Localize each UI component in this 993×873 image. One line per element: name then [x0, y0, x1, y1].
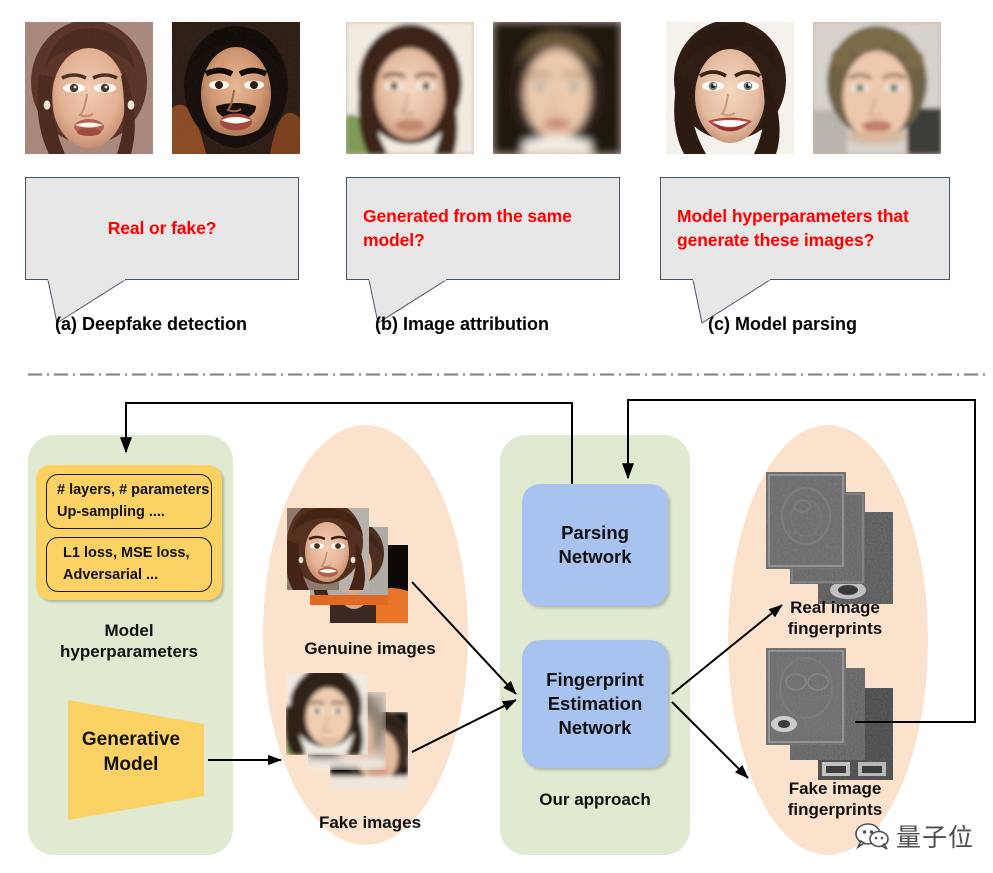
genuine-images-label: Genuine images [304, 639, 436, 658]
wechat-bubble-icon [855, 823, 889, 850]
qbitai-watermark: 量子位 [855, 818, 974, 854]
fake-fingerprints-label: Fake image fingerprints [787, 779, 883, 820]
question-text-deepfake-detection: Real or fake? [107, 217, 217, 238]
face-thumbnail-real-smiling-woman [666, 22, 794, 154]
model-hyperparameters-label: Model hyperparameters [60, 621, 198, 662]
hyperparameter-line-layers: # layers, # parameters [57, 482, 210, 499]
caption-image-attribution: (b) Image attribution [375, 314, 549, 334]
watermark-text: 量子位 [896, 823, 975, 852]
section-divider [28, 373, 985, 376]
figure-root: Real or fake? (a) Deepfake detection Gen… [0, 0, 993, 873]
parsing-network-label: Parsing Network [558, 521, 632, 567]
real-fingerprint-1 [766, 472, 846, 569]
generative-model-label: Generative Model [81, 729, 181, 775]
parsing-network-box: Parsing Network [522, 484, 668, 606]
hyperparameter-line-upsampling: Up-sampling .... [57, 503, 165, 520]
our-approach-label: Our approach [539, 790, 651, 809]
speech-bubble-deepfake-detection: Real or fake? [25, 177, 299, 280]
face-thumbnail-real-woman [25, 22, 153, 154]
speech-bubble-model-parsing: Model hyperparameters that generate thes… [660, 177, 950, 280]
caption-model-parsing: (c) Model parsing [708, 314, 858, 334]
hyperparameter-line-l1mse: L1 loss, MSE loss, [63, 545, 190, 562]
face-thumbnail-generated-woman [346, 22, 474, 154]
caption-deepfake-detection: (a) Deepfake detection [55, 314, 248, 334]
speech-bubble-image-attribution: Generated from the same model? [346, 177, 620, 280]
fake-images-label: Fake images [318, 813, 422, 832]
genuine-image-1 [287, 508, 369, 590]
question-text-image-attribution: Generated from the same model? [363, 205, 572, 250]
fake-image-1 [286, 673, 368, 755]
fake-fingerprint-1 [766, 648, 846, 745]
face-thumbnail-generated-blond-man [493, 22, 621, 154]
hyperparameter-box-architecture: # layers, # parameters Up-sampling .... [46, 474, 212, 529]
real-fingerprints-label: Real image fingerprints [787, 598, 883, 639]
face-thumbnail-real-bearded-man [172, 22, 300, 154]
face-thumbnail-generated-curly-man [813, 22, 941, 154]
hyperparameter-box-loss: L1 loss, MSE loss, Adversarial ... [46, 537, 212, 592]
fingerprint-estimation-network-label: Fingerprint Estimation Network [546, 668, 644, 739]
fingerprint-estimation-network-box: Fingerprint Estimation Network [522, 640, 668, 768]
hyperparameter-line-adversarial: Adversarial ... [63, 566, 159, 583]
hyperparameters-card: # layers, # parameters Up-sampling .... … [36, 465, 222, 600]
question-text-model-parsing: Model hyperparameters that generate thes… [677, 205, 909, 250]
